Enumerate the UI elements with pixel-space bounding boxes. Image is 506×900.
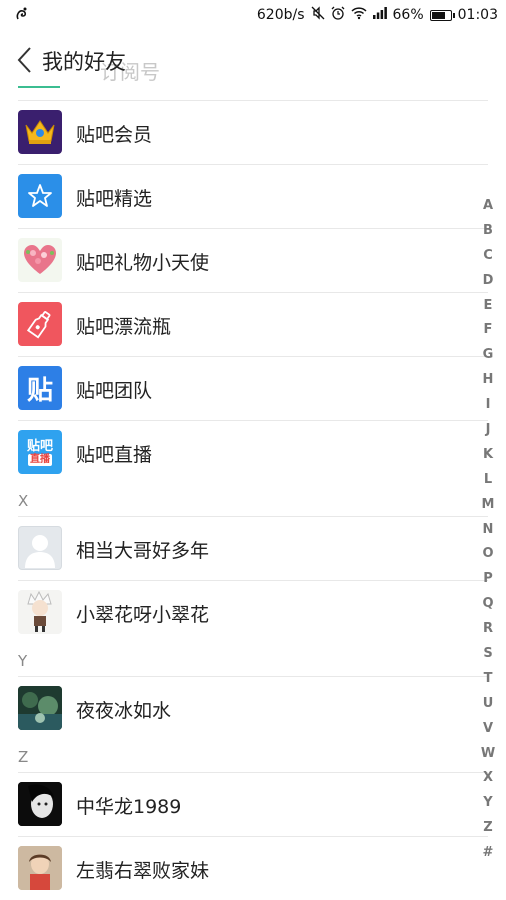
index-letter[interactable]: L [484,468,492,493]
index-letter[interactable]: # [483,841,494,866]
friend-list: 贴吧会员 贴吧精选 贴吧礼物小天使 贴吧漂流瓶 贴 贴吧团队 贴吧 直播 贴吧直… [0,100,506,900]
anime-avatar [18,590,62,634]
live-icon-text: 贴吧 [26,438,53,454]
list-item[interactable]: 夜夜冰如水 [0,676,506,740]
clock: 01:03 [457,7,498,23]
header: 订阅号 我的好友 [0,30,506,90]
index-letter[interactable]: W [481,742,495,767]
divider [18,164,488,165]
divider [18,516,488,517]
index-letter[interactable]: X [483,766,493,791]
divider [18,772,488,773]
section-letter: Y [18,652,28,670]
index-letter[interactable]: K [483,443,493,468]
friend-name: 贴吧礼物小天使 [76,252,210,274]
index-letter[interactable]: Z [483,816,492,841]
list-item[interactable]: 小翠花呀小翠花 [0,580,506,644]
index-letter[interactable]: A [483,194,493,219]
index-letter[interactable]: F [484,318,493,343]
index-letter[interactable]: P [483,567,493,592]
live-icon-subtext: 直播 [28,453,52,466]
index-letter[interactable]: H [483,368,494,393]
index-letter[interactable]: N [483,518,494,543]
status-bar: 620b/s 66% 01:03 [0,0,506,30]
chevron-left-icon [17,47,31,73]
section-letter: X [18,492,29,510]
star-icon [18,174,62,218]
index-letter[interactable]: B [483,219,493,244]
friend-name: 中华龙1989 [76,796,182,818]
list-item[interactable]: 贴吧礼物小天使 [0,228,506,292]
index-letter[interactable]: C [483,244,493,269]
list-item[interactable]: 贴吧会员 [0,100,506,164]
battery-icon [429,9,455,21]
tieba-logo-icon: 贴 [18,366,62,410]
divider [18,580,488,581]
index-letter[interactable]: U [483,692,494,717]
index-letter[interactable]: I [486,393,491,418]
signal-icon [372,7,387,23]
divider [18,100,488,101]
index-letter[interactable]: G [483,343,494,368]
index-letter[interactable]: T [484,667,493,692]
section-letter: Z [18,748,29,766]
index-letter[interactable]: S [483,642,492,667]
divider [18,228,488,229]
list-item[interactable]: 左翡右翠败家妹 [0,836,506,900]
tieba-logo-text: 贴 [26,375,53,406]
friend-name: 相当大哥好多年 [76,540,210,562]
index-letter[interactable]: Q [482,592,493,617]
index-letter[interactable]: Y [483,791,492,816]
photo-avatar [18,686,62,730]
squirrel-icon [14,6,30,26]
friend-name: 贴吧直播 [76,444,153,466]
divider [18,420,488,421]
divider [18,836,488,837]
friend-name: 贴吧会员 [76,124,153,146]
photo-avatar [18,782,62,826]
battery-percent: 66% [392,7,424,23]
section-header-z: Z [0,740,506,772]
live-icon: 贴吧 直播 [18,430,62,474]
net-speed: 620b/s [256,7,305,23]
back-button[interactable] [10,44,38,76]
bottle-icon [18,302,62,346]
subscription-avatar-edge [18,86,60,88]
photo-avatar [18,846,62,890]
divider [18,292,488,293]
section-header-x: X [0,484,506,516]
section-header-y: Y [0,644,506,676]
crown-icon [18,110,62,154]
friend-name: 贴吧团队 [76,380,153,402]
list-item[interactable]: 相当大哥好多年 [0,516,506,580]
page-title: 我的好友 [42,50,126,74]
divider [18,676,488,677]
friend-name: 贴吧漂流瓶 [76,316,172,338]
list-item[interactable]: 贴吧漂流瓶 [0,292,506,356]
mute-icon [311,6,325,24]
alphabet-index[interactable]: A B C D E F G H I J K L M N O P Q R S T U V W X Y Z # [476,194,500,866]
list-item[interactable]: 中华龙1989 [0,772,506,836]
index-letter[interactable]: V [483,717,493,742]
index-letter[interactable]: O [482,542,493,567]
index-letter[interactable]: D [483,269,494,294]
index-letter[interactable]: J [486,418,491,443]
list-item[interactable]: 贴 贴吧团队 [0,356,506,420]
friend-name: 夜夜冰如水 [76,700,172,722]
divider [18,356,488,357]
friend-name: 左翡右翠败家妹 [76,860,210,882]
friend-name: 小翠花呀小翠花 [76,604,210,626]
index-letter[interactable]: R [483,617,493,642]
friend-name: 贴吧精选 [76,188,153,210]
wifi-icon [350,6,367,24]
alarm-icon [331,6,345,24]
index-letter[interactable]: M [482,493,495,518]
default-avatar-icon [18,526,62,570]
heart-icon [18,238,62,282]
index-letter[interactable]: E [484,294,493,319]
list-item[interactable]: 贴吧 直播 贴吧直播 [0,420,506,484]
list-item[interactable]: 贴吧精选 [0,164,506,228]
